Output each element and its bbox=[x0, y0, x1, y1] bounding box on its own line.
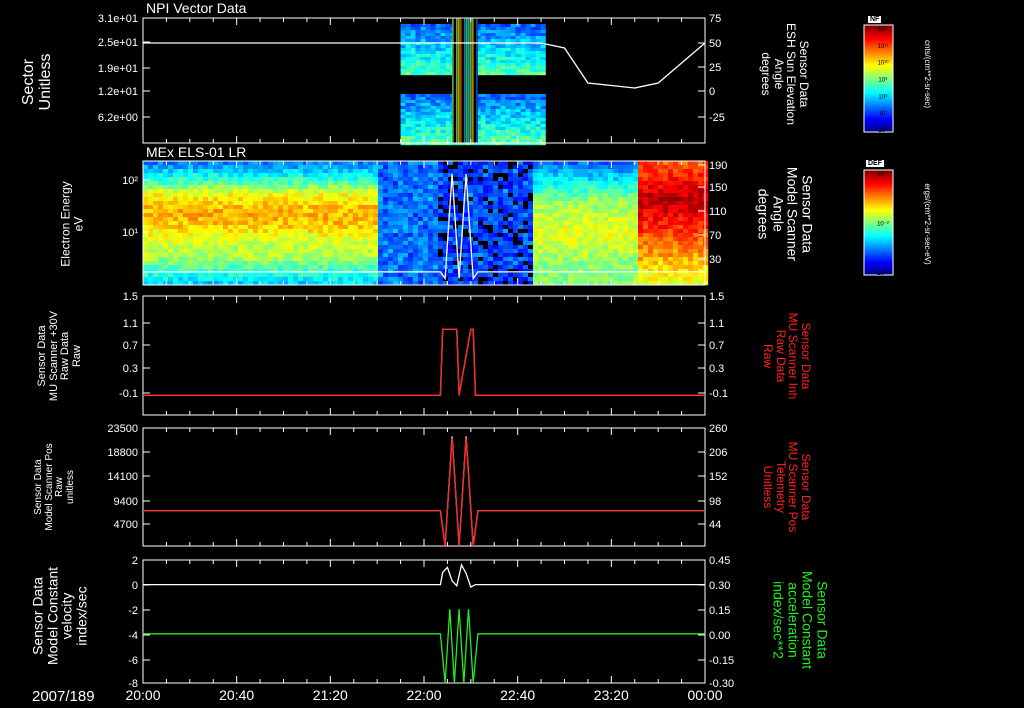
x-tick-label: 20:00 bbox=[125, 687, 160, 703]
panel4-ytick-right-label: 44 bbox=[709, 519, 721, 531]
panel4-ytick-right-label: 206 bbox=[709, 447, 727, 459]
panel2-ytick-right-label: 190 bbox=[709, 160, 727, 172]
panel1-ytick-left-label: 2.5e+01 bbox=[98, 37, 138, 49]
panel5-ylabel-left: Sensor Data Model Constant velocity inde… bbox=[29, 566, 90, 666]
colorbar-1-tick: 10⁶ bbox=[878, 127, 888, 134]
cbar1-label: NF bbox=[868, 16, 882, 23]
panel4-ytick-right-label: 152 bbox=[709, 471, 727, 483]
colorbar-1-tick: 10⁷ bbox=[879, 110, 888, 117]
colorbar-1-tick: 10¹¹ bbox=[878, 44, 889, 50]
panel2-ytick-right-label: 70 bbox=[709, 230, 721, 242]
panel4-series-1 bbox=[143, 436, 705, 547]
panel2-ytick-right-label: 110 bbox=[709, 206, 727, 218]
colorbar-2-tick: 10⁻³ bbox=[877, 271, 889, 277]
panel1-ytick-left-label: 6.2e+00 bbox=[98, 112, 138, 124]
panel1-title: NPI Vector Data bbox=[146, 0, 247, 16]
date-label: 2007/189 bbox=[32, 688, 95, 705]
panel4-ytick-left-label: 23500 bbox=[107, 423, 138, 435]
cbar2-label: DEF bbox=[866, 160, 884, 167]
panel3-ytick-right-label: 1.1 bbox=[709, 318, 724, 330]
panel2-ytick-left-label: 10² bbox=[122, 175, 138, 187]
panel4-series-2 bbox=[143, 437, 705, 547]
panel2-title: MEx ELS-01 LR bbox=[146, 144, 247, 160]
panel4-ytick-left-label: 4700 bbox=[114, 519, 138, 531]
panel3-ytick-left-label: 0.7 bbox=[123, 340, 138, 352]
panel5-ytick-left-label: -4 bbox=[128, 630, 138, 642]
panel4-ytick-left-label: 14100 bbox=[107, 471, 138, 483]
cbar2-unit: ergs/(cm**2-sr-sec-eV) bbox=[923, 183, 933, 265]
panel4-ylabel-right: Sensor Data MU Scanner Pos Telemetry Uni… bbox=[761, 441, 814, 533]
x-tick-label: 00:00 bbox=[687, 687, 722, 703]
x-tick-label: 22:40 bbox=[500, 687, 535, 703]
panel3-ytick-left-label: -0.1 bbox=[119, 388, 138, 400]
panel5-ytick-left-label: -2 bbox=[128, 605, 138, 617]
panel5-ytick-left-label: -6 bbox=[128, 655, 138, 667]
panel3-ytick-right-label: 1.5 bbox=[709, 291, 724, 303]
panel3-ylabel-right: Sensor Data MU Scanner Inh Raw Data Raw bbox=[761, 312, 814, 400]
x-tick-label: 22:00 bbox=[406, 687, 441, 703]
panel2-ytick-right-label: 30 bbox=[709, 254, 721, 266]
colorbar-2-tick: 10⁻¹ bbox=[877, 172, 889, 178]
panel1-ytick-right-label: 75 bbox=[709, 13, 721, 25]
panel1-ylabel-left: Sector Unitless bbox=[20, 53, 54, 111]
panel3-ytick-right-label: 0.7 bbox=[709, 340, 724, 352]
panel2-ylabel-left: Electron Energy eV bbox=[58, 181, 85, 267]
panel3-ytick-right-label: 0.3 bbox=[709, 363, 724, 375]
panel5-ytick-right-label: 0.30 bbox=[709, 580, 730, 592]
panel5-frame bbox=[142, 559, 706, 684]
panel5-series-2 bbox=[143, 609, 705, 684]
panel1-ytick-left-label: 3.1e+01 bbox=[98, 13, 138, 25]
colorbar-1-tick: 10⁹ bbox=[878, 77, 888, 84]
panel3-ylabel-left: Sensor Data MU Scanner +30V Raw Data Raw bbox=[35, 310, 83, 402]
panel5-ylabel-right: Sensor Data Model Constant acceleration … bbox=[770, 570, 831, 670]
panel3-ytick-left-label: 0.3 bbox=[123, 363, 138, 375]
colorbar-1-tick: 10⁸ bbox=[878, 93, 888, 100]
panel1-spectrogram bbox=[400, 18, 546, 146]
panel4-ytick-left-label: 9400 bbox=[114, 496, 138, 508]
panel3-frame bbox=[142, 295, 706, 416]
panel5-ytick-right-label: 0.15 bbox=[709, 605, 730, 617]
panel5-series-1 bbox=[143, 563, 705, 589]
panel5-ytick-right-label: -0.15 bbox=[709, 655, 734, 667]
panel4-frame bbox=[142, 427, 706, 547]
panel3-series-1 bbox=[143, 328, 705, 396]
panel5-ytick-right-label: 0.45 bbox=[709, 555, 730, 567]
x-tick-label: 20:40 bbox=[219, 687, 254, 703]
cbar1-unit: cnts/(cm**2-sr-sec) bbox=[923, 39, 933, 109]
panel5-ytick-left-label: 2 bbox=[132, 555, 138, 567]
panel1-ylabel-right: Sensor Data ESH Sun Elevation Angle degr… bbox=[759, 22, 812, 126]
stack-plot: 10¹² 10¹¹ 10¹⁰ 10⁹ 10⁸ 10⁷ 10⁶ 10⁻¹ 10⁻² 10⁻³ 3.1e… bbox=[98, 13, 894, 703]
colorbar-1-tick: 10¹⁰ bbox=[877, 60, 889, 67]
panel5-ytick-right-label: 0.00 bbox=[709, 630, 730, 642]
panel1-ytick-right-label: -25 bbox=[709, 112, 725, 124]
panel2-ylabel-right: Sensor Data Model Scanner Angle degrees bbox=[755, 166, 816, 262]
x-tick-label: 23:20 bbox=[594, 687, 629, 703]
panel1-ytick-right-label: 0 bbox=[709, 86, 715, 98]
x-tick-label: 21:20 bbox=[313, 687, 348, 703]
panel3-series-2 bbox=[143, 328, 705, 396]
panel2-ytick-right-label: 150 bbox=[709, 182, 727, 194]
panel3-ytick-right-label: -0.1 bbox=[709, 388, 728, 400]
colorbar-2-tick: 10⁻² bbox=[877, 222, 889, 228]
panel3-ytick-left-label: 1.5 bbox=[123, 291, 138, 303]
panel4-ytick-right-label: 260 bbox=[709, 423, 727, 435]
panel3-ytick-left-label: 1.1 bbox=[123, 318, 138, 330]
panel2-spectrogram bbox=[143, 161, 709, 286]
panel4-ytick-left-label: 18800 bbox=[107, 447, 138, 459]
panel2-ytick-left-label: 10¹ bbox=[122, 227, 138, 239]
panel4-ylabel-left: Sensor Data Model Scanner Pos Raw unitle… bbox=[33, 443, 76, 531]
panel1-ytick-right-label: 50 bbox=[709, 38, 721, 50]
panel1-ytick-left-label: 1.2e+01 bbox=[98, 86, 138, 98]
panel1-ytick-right-label: 25 bbox=[709, 62, 721, 74]
colorbar-1-tick: 10¹² bbox=[878, 27, 889, 33]
panel5-ytick-left-label: 0 bbox=[132, 580, 138, 592]
panel1-ytick-left-label: 1.9e+01 bbox=[98, 63, 138, 75]
panel4-ytick-right-label: 98 bbox=[709, 496, 721, 508]
